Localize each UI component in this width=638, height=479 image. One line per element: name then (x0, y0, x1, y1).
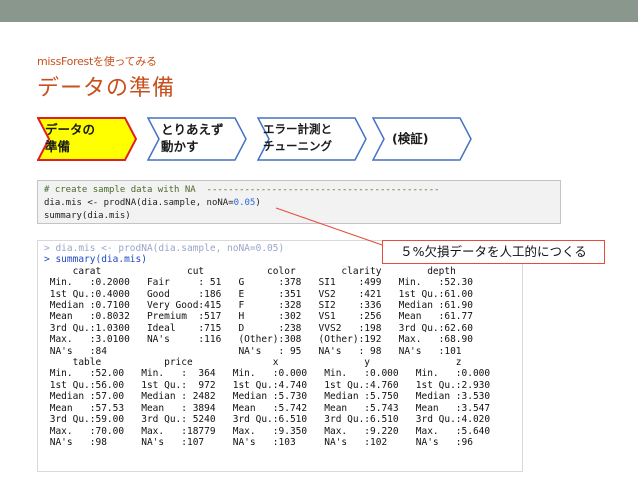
annotation-callout: ５%欠損データを人工的につくる (382, 240, 605, 264)
